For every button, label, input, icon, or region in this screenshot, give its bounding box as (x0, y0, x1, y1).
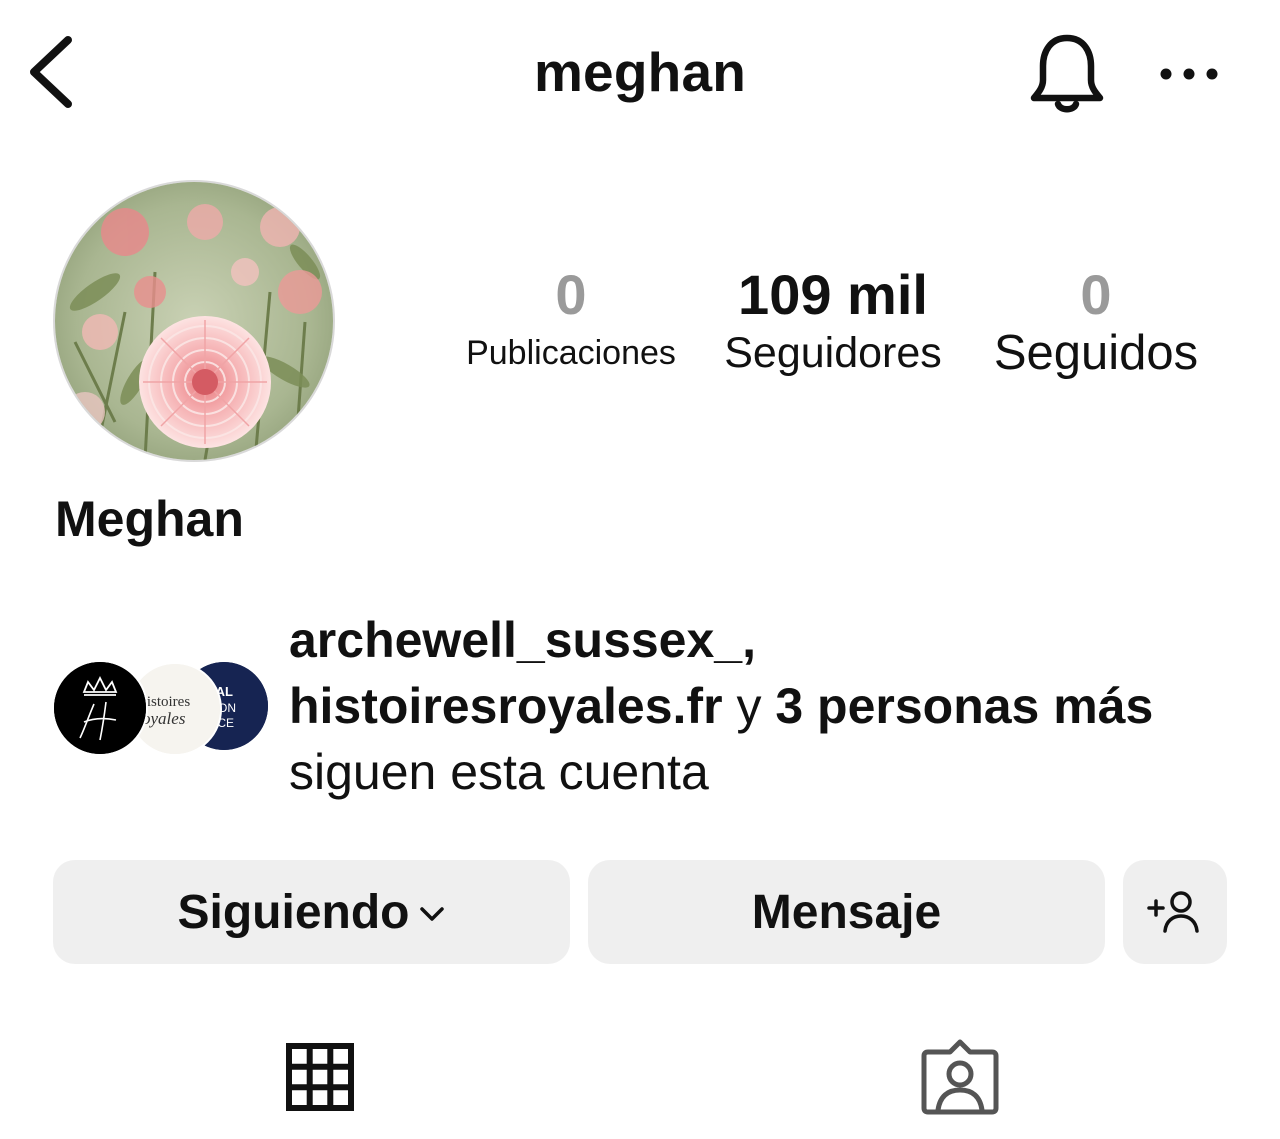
more-horizontal-icon (1160, 68, 1218, 80)
tab-tagged[interactable] (888, 1030, 1038, 1139)
more-options-button[interactable] (1152, 50, 1226, 98)
following-count: 0 (1080, 263, 1112, 326)
bell-icon (1030, 34, 1104, 113)
notifications-button[interactable] (1028, 32, 1106, 114)
posts-count: 0 (555, 263, 587, 326)
following-label: Seguidos (993, 326, 1199, 380)
followers-stat[interactable]: 109 mil Seguidores (706, 262, 960, 378)
message-button[interactable]: Mensaje (588, 860, 1105, 964)
followers-label: Seguidores (724, 329, 942, 377)
follower-account-2[interactable]: histoiresroyales.fr (289, 678, 723, 734)
followers-count: 109 mil (738, 263, 928, 326)
flower-profile-photo (55, 182, 333, 460)
display-name: Meghan (55, 491, 244, 547)
followed-by-suffix: siguen esta cuenta (289, 744, 709, 800)
grid-icon (286, 1043, 354, 1111)
following-button[interactable]: Siguiendo (53, 860, 570, 964)
tagged-person-icon (921, 1039, 999, 1115)
following-stat[interactable]: 0 Seguidos (976, 262, 1216, 378)
follower-account-1[interactable]: archewell_sussex_, (289, 612, 756, 668)
top-bar: meghan (0, 0, 1280, 150)
following-button-label: Siguiendo (177, 885, 410, 939)
crown-monogram-logo (54, 662, 146, 754)
profile-page: meghan 0 Publicaciones 109 mil Seguidore… (0, 0, 1280, 1139)
message-button-label: Mensaje (751, 885, 942, 939)
suggested-people-button[interactable] (1123, 860, 1227, 964)
followed-by-others[interactable]: 3 personas más (775, 678, 1153, 734)
add-person-icon (1147, 891, 1199, 933)
followed-by-connector: y (736, 678, 762, 734)
back-button[interactable] (22, 30, 82, 114)
posts-label: Publicaciones (466, 334, 676, 372)
chevron-left-icon (30, 36, 72, 108)
avatar (52, 660, 148, 756)
followed-by-text[interactable]: archewell_sussex_, histoiresroyales.fr y… (289, 607, 1249, 805)
tab-posts-grid[interactable] (245, 1030, 395, 1139)
logo-text-line2: oyales (142, 709, 186, 728)
followed-by-avatars[interactable]: OYAL SHION OLICE Histoires oyales (50, 658, 270, 756)
posts-stat[interactable]: 0 Publicaciones (440, 262, 702, 378)
profile-avatar[interactable] (53, 180, 335, 462)
chevron-down-icon (420, 907, 445, 921)
